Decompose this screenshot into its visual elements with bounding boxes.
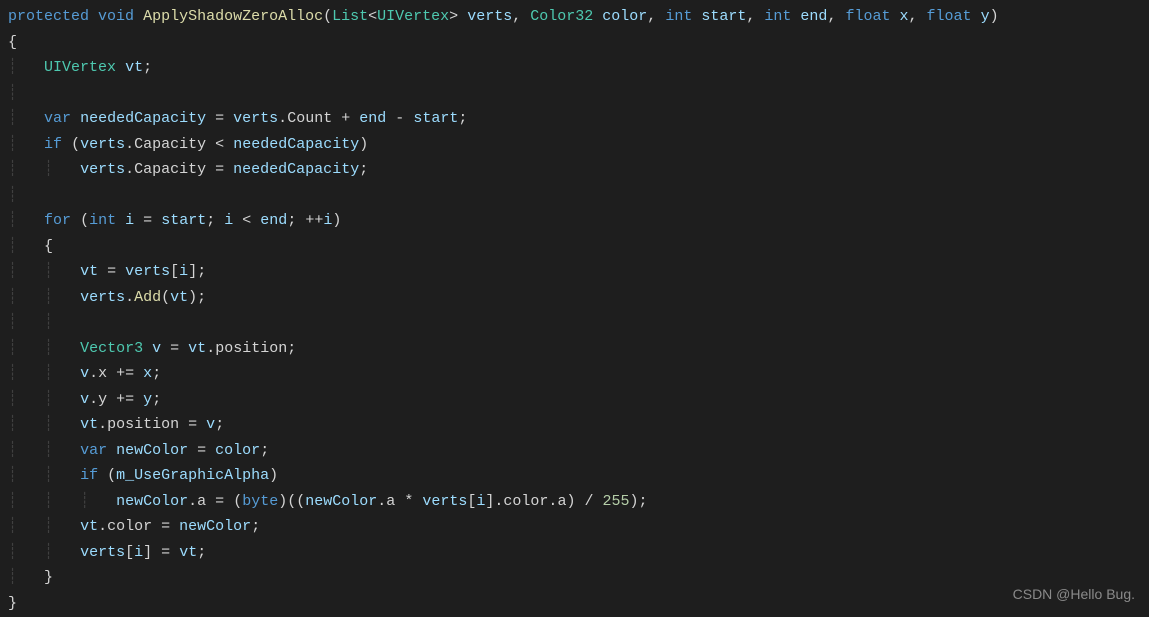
var-verts: verts	[422, 493, 467, 510]
number-255: 255	[603, 493, 630, 510]
var-end: end	[260, 212, 287, 229]
prop-count: Count	[287, 110, 332, 127]
var-start: start	[413, 110, 458, 127]
type-uivertex: UIVertex	[377, 8, 449, 25]
var-mUseGraphicAlpha: m_UseGraphicAlpha	[116, 467, 269, 484]
keyword-var: var	[80, 442, 107, 459]
param-color: color	[602, 8, 647, 25]
var-verts: verts	[125, 263, 170, 280]
var-neededCapacity: neededCapacity	[233, 136, 359, 153]
prop-capacity: Capacity	[134, 161, 206, 178]
var-i: i	[179, 263, 188, 280]
var-end: end	[359, 110, 386, 127]
method-add: Add	[134, 289, 161, 306]
param-end: end	[800, 8, 827, 25]
prop-color: color	[107, 518, 152, 535]
param-start: start	[701, 8, 746, 25]
keyword-if: if	[44, 136, 62, 153]
var-start: start	[161, 212, 206, 229]
watermark-text: CSDN @Hello Bug.	[1013, 583, 1135, 607]
prop-x: x	[98, 365, 107, 382]
prop-a: a	[197, 493, 206, 510]
keyword-protected: protected	[8, 8, 89, 25]
var-verts: verts	[80, 136, 125, 153]
code-block: protected void ApplyShadowZeroAlloc(List…	[8, 4, 1141, 616]
method-name: ApplyShadowZeroAlloc	[143, 8, 323, 25]
keyword-if: if	[80, 467, 98, 484]
var-vt: vt	[80, 263, 98, 280]
prop-a: a	[386, 493, 395, 510]
var-newColor: newColor	[116, 493, 188, 510]
var-i: i	[134, 544, 143, 561]
keyword-byte: byte	[242, 493, 278, 510]
var-verts: verts	[80, 289, 125, 306]
var-v: v	[152, 340, 161, 357]
keyword-var: var	[44, 110, 71, 127]
var-vt: vt	[80, 416, 98, 433]
var-v: v	[206, 416, 215, 433]
prop-y: y	[98, 391, 107, 408]
var-x: x	[143, 365, 152, 382]
keyword-float: float	[927, 8, 972, 25]
keyword-void: void	[98, 8, 134, 25]
var-verts: verts	[80, 544, 125, 561]
param-y: y	[981, 8, 990, 25]
var-vt: vt	[179, 544, 197, 561]
var-color: color	[215, 442, 260, 459]
close-brace: }	[44, 569, 53, 586]
var-vt: vt	[188, 340, 206, 357]
param-x: x	[900, 8, 909, 25]
keyword-int: int	[764, 8, 791, 25]
var-vt: vt	[125, 59, 143, 76]
keyword-int: int	[89, 212, 116, 229]
var-i: i	[125, 212, 134, 229]
var-verts: verts	[80, 161, 125, 178]
var-neededCapacity: neededCapacity	[80, 110, 206, 127]
var-vt: vt	[80, 518, 98, 535]
var-vt: vt	[170, 289, 188, 306]
type-list: List	[332, 8, 368, 25]
var-i: i	[224, 212, 233, 229]
prop-capacity: Capacity	[134, 136, 206, 153]
var-newColor: newColor	[116, 442, 188, 459]
param-verts: verts	[467, 8, 512, 25]
keyword-for: for	[44, 212, 71, 229]
open-brace: {	[44, 238, 53, 255]
prop-color: color	[503, 493, 548, 510]
keyword-int: int	[665, 8, 692, 25]
var-y: y	[143, 391, 152, 408]
var-v: v	[80, 391, 89, 408]
var-verts: verts	[233, 110, 278, 127]
close-brace: }	[8, 595, 17, 612]
keyword-float: float	[845, 8, 890, 25]
var-neededCapacity: neededCapacity	[233, 161, 359, 178]
open-brace: {	[8, 34, 17, 51]
var-v: v	[80, 365, 89, 382]
var-newColor: newColor	[305, 493, 377, 510]
type-uivertex: UIVertex	[44, 59, 116, 76]
type-vector3: Vector3	[80, 340, 143, 357]
prop-position: position	[107, 416, 179, 433]
var-newColor: newColor	[179, 518, 251, 535]
type-color32: Color32	[530, 8, 593, 25]
prop-position: position	[215, 340, 287, 357]
